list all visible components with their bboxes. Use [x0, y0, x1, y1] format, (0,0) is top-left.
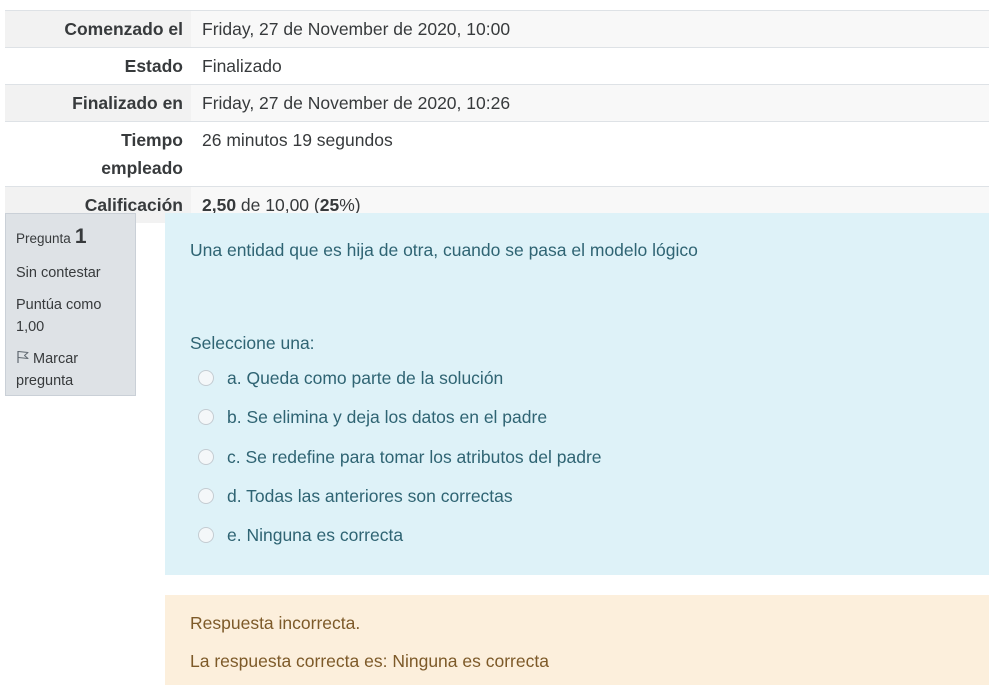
summary-value: 26 minutos 19 segundos [191, 121, 989, 187]
answer-label: a. Queda como parte de la solución [227, 368, 504, 388]
grade-percent: 25 [319, 195, 340, 215]
answer-label: c. Se redefine para tomar los atributos … [227, 446, 602, 467]
question-number-value: 1 [74, 225, 87, 248]
radio-button[interactable] [198, 409, 214, 426]
grade-score: 2,50 [202, 195, 237, 215]
question-number-label: Pregunta [16, 231, 71, 246]
answer-label: e. Ninguna es correcta [227, 525, 404, 546]
summary-value: Friday, 27 de November de 2020, 10:26 [191, 84, 989, 122]
answer-option-a[interactable]: a. Queda como parte de la solución [198, 364, 602, 403]
summary-row-finished: Finalizado en Friday, 27 de November de … [5, 84, 989, 122]
summary-value: Finalizado [191, 47, 989, 85]
grade-max: de 10,00 ( [236, 195, 320, 215]
question-grade: Puntúa como 1,00 [16, 297, 102, 335]
summary-value: Friday, 27 de November de 2020, 10:00 [191, 10, 989, 48]
radio-button[interactable] [198, 527, 214, 544]
summary-label: Tiempo empleado [101, 130, 183, 178]
summary-row-time-taken: Tiempo empleado 26 minutos 19 segundos [5, 121, 989, 187]
summary-row-state: Estado Finalizado [5, 47, 989, 85]
summary-label: Finalizado en [5, 84, 191, 122]
question-number: Pregunta 1 [16, 224, 125, 252]
feedback-panel: Respuesta incorrecta. La respuesta corre… [165, 595, 989, 685]
flag-question-link[interactable]: Marcar pregunta [16, 348, 125, 392]
question-state: Sin contestar [16, 265, 101, 281]
answer-option-e[interactable]: e. Ninguna es correcta [198, 521, 602, 560]
answer-label: d. Todas las anteriores son correctas [227, 485, 513, 506]
flag-icon [16, 349, 30, 363]
answer-options: a. Queda como parte de la solución b. Se… [198, 364, 602, 560]
radio-button[interactable] [198, 370, 214, 386]
answer-option-b[interactable]: b. Se elimina y deja los datos en el pad… [198, 403, 602, 442]
answer-label: b. Se elimina y deja los datos en el pad… [227, 407, 548, 428]
question-info-panel: Pregunta 1 Sin contestar Puntúa como 1,0… [5, 213, 136, 396]
summary-row-started: Comenzado el Friday, 27 de November de 2… [5, 10, 989, 48]
attempt-summary-table: Comenzado el Friday, 27 de November de 2… [5, 10, 989, 223]
answer-option-d[interactable]: d. Todas las anteriores son correctas [198, 482, 602, 521]
question-text: Una entidad que es hija de otra, cuando … [190, 240, 698, 260]
summary-label: Estado [5, 47, 191, 85]
feedback-result: Respuesta incorrecta. [190, 613, 361, 633]
summary-label: Comenzado el [5, 10, 191, 48]
radio-button[interactable] [198, 487, 214, 504]
question-content: Una entidad que es hija de otra, cuando … [165, 213, 989, 575]
correct-answer-text: La respuesta correcta es: Ninguna es cor… [190, 651, 549, 671]
grade-percent-suffix: %) [339, 195, 361, 215]
answer-option-c[interactable]: c. Se redefine para tomar los atributos … [198, 443, 602, 482]
radio-button[interactable] [198, 448, 214, 465]
answer-prompt: Seleccione una: [190, 333, 315, 353]
